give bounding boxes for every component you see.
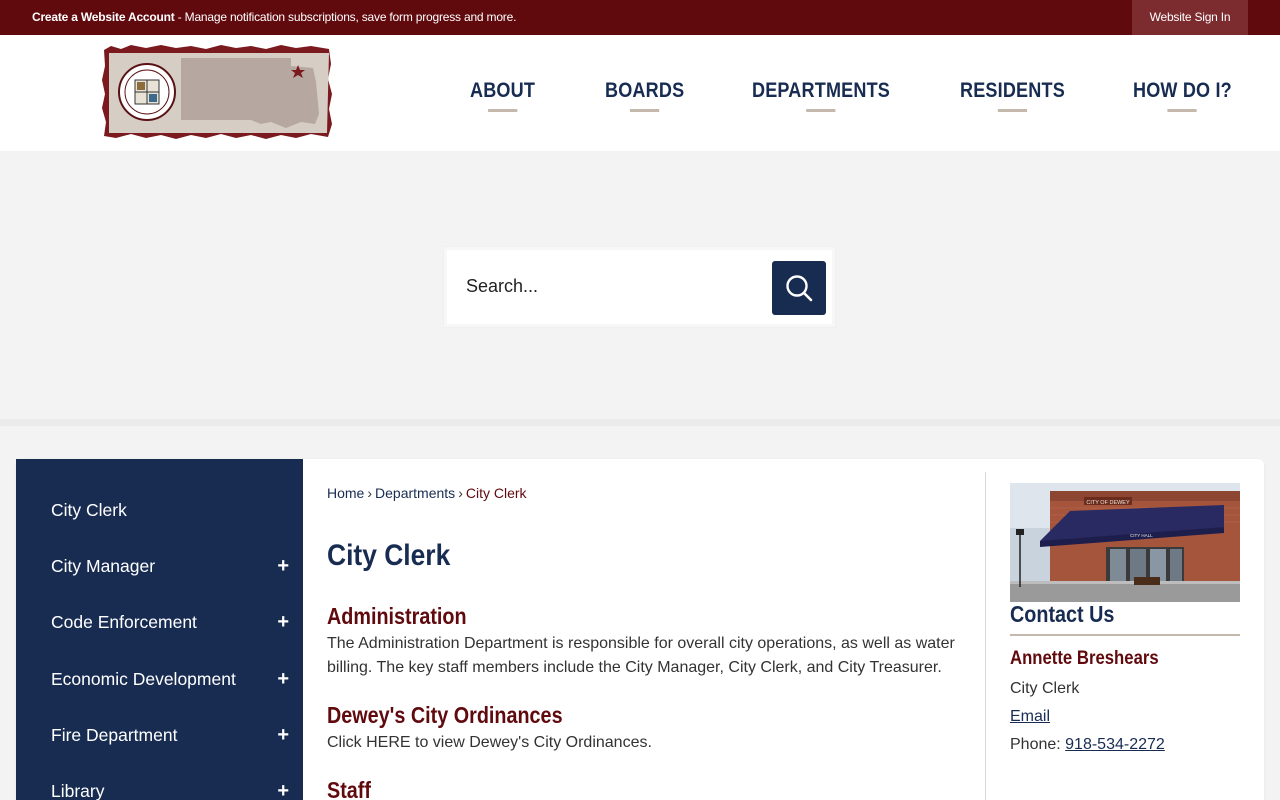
sidebar-item-library[interactable]: Library + <box>16 763 303 800</box>
contact-role: City Clerk <box>1010 680 1080 697</box>
nav-how-do-i[interactable]: HOW DO I? <box>1133 79 1232 112</box>
sidebar-item-label: Fire Department <box>51 725 178 745</box>
breadcrumb-departments[interactable]: Departments <box>375 485 455 501</box>
contact-us-title: Contact Us <box>1010 601 1115 627</box>
sidebar-item-label: Library <box>51 781 105 800</box>
breadcrumb: Home › Departments › City Clerk <box>327 485 527 501</box>
breadcrumb-current: City Clerk <box>465 485 527 501</box>
sidebar-item-fire-department[interactable]: Fire Department + <box>16 707 303 763</box>
search-icon <box>786 275 813 302</box>
nav-boards-label: BOARDS <box>605 79 685 102</box>
section-title-staff: Staff <box>327 777 371 800</box>
nav-residents[interactable]: RESIDENTS <box>960 79 1065 112</box>
nav-boards-underline <box>630 109 660 112</box>
page-title: City Clerk <box>327 539 451 572</box>
sidebar-item-city-clerk[interactable]: City Clerk <box>16 482 303 538</box>
notification-bar: Create a Website Account - Manage notifi… <box>0 0 1280 35</box>
create-account-description: - Manage notification subscriptions, sav… <box>174 10 517 24</box>
nav-how-do-i-label: HOW DO I? <box>1133 79 1232 102</box>
nav-boards[interactable]: BOARDS <box>605 79 685 112</box>
email-link[interactable]: Email <box>1010 708 1050 725</box>
plus-icon[interactable]: + <box>277 594 289 650</box>
contact-name: Annette Breshears <box>1010 648 1159 669</box>
column-divider <box>985 472 986 800</box>
nav-residents-label: RESIDENTS <box>960 79 1065 102</box>
contact-email: Email <box>1010 708 1050 726</box>
sidebar-item-label: Code Enforcement <box>51 612 197 632</box>
sidebar-item-label: City Clerk <box>51 500 127 520</box>
site-search <box>444 247 835 327</box>
nav-departments-label: DEPARTMENTS <box>752 79 891 102</box>
city-hall-photo: CITY OF DEWEY CITY HALL <box>1010 483 1240 602</box>
sidebar-item-city-manager[interactable]: City Manager + <box>16 538 303 594</box>
website-sign-in-button[interactable]: Website Sign In <box>1132 0 1248 35</box>
nav-how-do-i-underline <box>1167 109 1198 112</box>
search-input[interactable] <box>451 260 751 312</box>
create-account-link[interactable]: Create a Website Account - Manage notifi… <box>32 0 516 35</box>
contact-phone: Phone: 918-534-2272 <box>1010 736 1165 754</box>
ordinances-link[interactable]: Click HERE to view Dewey's City Ordinanc… <box>327 731 967 755</box>
nav-departments[interactable]: DEPARTMENTS <box>752 79 891 112</box>
sidebar-item-label: Economic Development <box>51 669 236 689</box>
plus-icon[interactable]: + <box>277 538 289 594</box>
section-text-administration: The Administration Department is respons… <box>327 635 955 676</box>
plus-icon[interactable]: + <box>277 707 289 763</box>
department-sidebar: City Clerk City Manager + Code Enforceme… <box>16 459 303 800</box>
hero-divider <box>0 419 1280 426</box>
main-navigation: ABOUT BOARDS DEPARTMENTS RESIDENTS HOW D… <box>0 35 1280 151</box>
city-hall-image-icon: CITY OF DEWEY CITY HALL <box>1010 483 1240 602</box>
photo-sign-text: CITY OF DEWEY <box>1086 500 1130 506</box>
nav-departments-underline <box>806 109 836 112</box>
nav-about-label: ABOUT <box>470 79 536 102</box>
site-header: ABOUT BOARDS DEPARTMENTS RESIDENTS HOW D… <box>0 35 1280 151</box>
sidebar-item-code-enforcement[interactable]: Code Enforcement + <box>16 594 303 650</box>
plus-icon[interactable]: + <box>277 651 289 707</box>
breadcrumb-separator: › <box>458 485 463 501</box>
phone-label: Phone: <box>1010 736 1066 753</box>
section-title-ordinances: Dewey's City Ordinances <box>327 702 563 728</box>
breadcrumb-home[interactable]: Home <box>327 485 364 501</box>
photo-awning-text: CITY HALL <box>1130 533 1153 538</box>
search-button[interactable] <box>772 261 826 315</box>
nav-about[interactable]: ABOUT <box>470 79 536 112</box>
sidebar-item-label: City Manager <box>51 556 156 576</box>
plus-icon[interactable]: + <box>277 763 289 800</box>
create-account-label: Create a Website Account <box>32 10 175 24</box>
contact-divider <box>1010 634 1240 636</box>
section-title-administration: Administration <box>327 603 467 629</box>
sidebar-item-economic-development[interactable]: Economic Development + <box>16 651 303 707</box>
breadcrumb-separator: › <box>367 485 373 501</box>
nav-about-underline <box>487 109 518 112</box>
nav-residents-underline <box>997 109 1028 112</box>
phone-link[interactable]: 918-534-2272 <box>1065 736 1165 753</box>
